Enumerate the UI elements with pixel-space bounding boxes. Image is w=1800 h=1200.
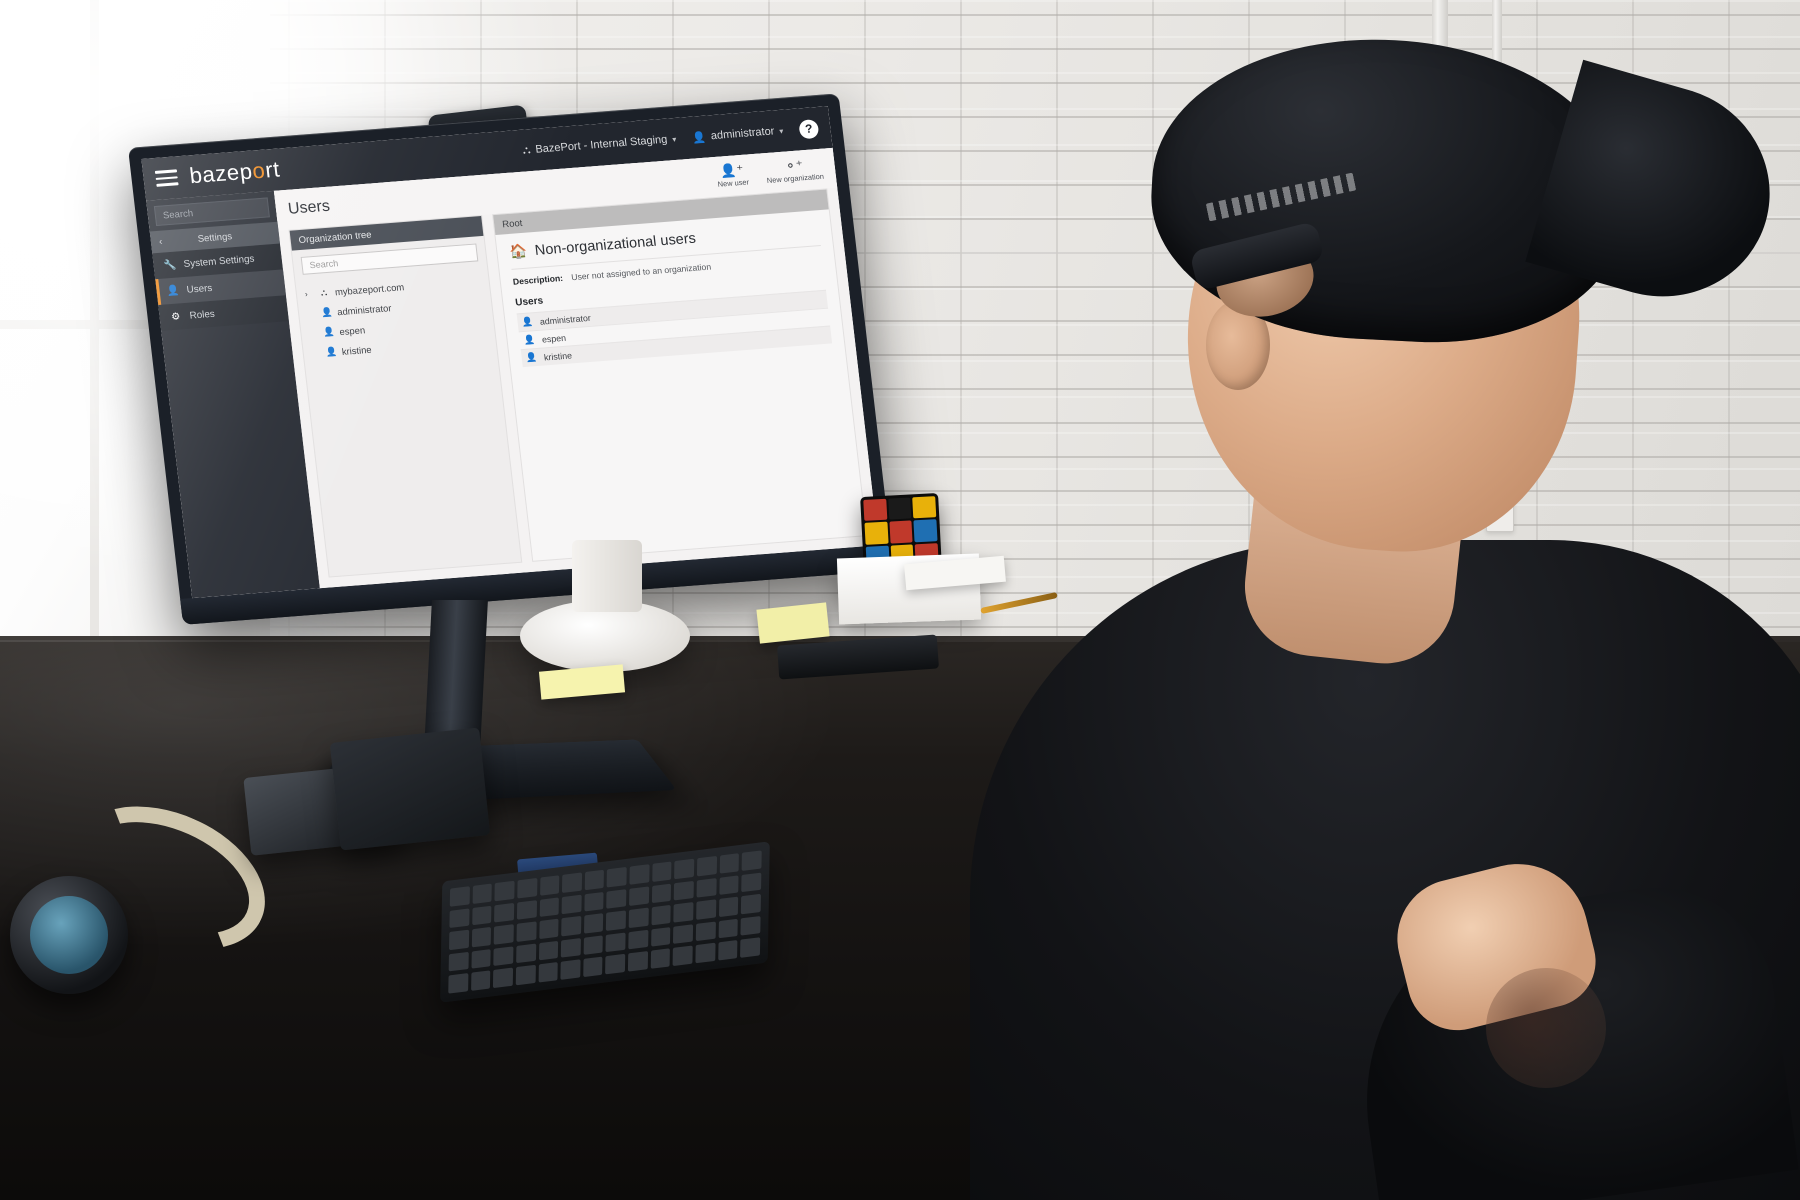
sticky-note xyxy=(756,602,830,644)
user-icon: 👤 xyxy=(691,131,707,145)
description-value: User not assigned to an organization xyxy=(570,261,712,283)
org-tree-icon-node: ⛬ xyxy=(320,286,328,297)
chevron-left-icon[interactable]: ‹ xyxy=(158,236,163,247)
page-title: Users xyxy=(287,197,331,218)
chevron-down-icon: ▾ xyxy=(671,134,677,144)
organization-tree-header-label: Organization tree xyxy=(298,229,373,246)
new-organization-button[interactable]: ⚬⁺ New organization xyxy=(765,157,825,185)
description-label: Description: xyxy=(512,272,564,287)
sidebar-section-label: Settings xyxy=(197,230,233,245)
user-menu[interactable]: 👤 administrator ▾ xyxy=(692,124,785,144)
headphone-pad xyxy=(30,896,108,974)
headphones xyxy=(10,778,288,1000)
tree-node-label-3: kristine xyxy=(341,343,373,357)
org-selector[interactable]: ⛬ BazePort - Internal Staging ▾ xyxy=(522,132,677,157)
wrench-icon: 🔧 xyxy=(163,259,177,271)
organization-tree-pane: Organization tree Search › ⛬ mybazeport.… xyxy=(288,214,523,578)
user-list-item-label-2: kristine xyxy=(543,349,573,362)
organization-tree: › ⛬ mybazeport.com 👤 administrator 👤 esp… xyxy=(296,268,497,364)
sidebar-search-input[interactable]: Search xyxy=(153,197,270,227)
user-plus-icon: 👤⁺ xyxy=(719,161,745,179)
sidebar-item-label-0: System Settings xyxy=(183,253,255,270)
user-icon-tree-2: 👤 xyxy=(325,345,338,357)
user-icon-tree-0: 👤 xyxy=(320,306,333,318)
sidebar-item-label-2: Roles xyxy=(189,308,216,322)
breadcrumb-label: Root xyxy=(501,217,523,230)
sidebar-search-placeholder: Search xyxy=(162,207,194,221)
user-icon-row-1: 👤 xyxy=(523,334,536,346)
org-selector-label: BazePort - Internal Staging xyxy=(534,133,668,156)
content-actions: 👤⁺ New user ⚬⁺ New organization xyxy=(716,157,825,189)
org-plus-icon: ⚬⁺ xyxy=(784,157,804,174)
user-list-item-label-1: espen xyxy=(541,332,567,345)
body: Search ‹ Settings 🔧 System Settings 👤 Us… xyxy=(146,147,879,599)
user-menu-label: administrator xyxy=(710,125,776,143)
panes: Organization tree Search › ⛬ mybazeport.… xyxy=(278,188,878,589)
gear-icon: ⚙ xyxy=(170,310,181,323)
tree-node-label-0: mybazeport.com xyxy=(334,280,405,297)
tree-node-label-1: administrator xyxy=(336,301,392,317)
help-icon: ? xyxy=(804,121,814,136)
new-user-label: New user xyxy=(717,177,750,189)
office-scene-photo: bazeport ⛬ BazePort - Internal Staging ▾… xyxy=(0,0,1800,1200)
monitor-screen: bazeport ⛬ BazePort - Internal Staging ▾… xyxy=(141,106,879,599)
tablet-device xyxy=(329,727,491,851)
monitor: bazeport ⛬ BazePort - Internal Staging ▾… xyxy=(128,93,894,625)
user-icon-row-2: 👤 xyxy=(525,352,538,363)
sidebar-item-label-1: Users xyxy=(186,282,213,296)
bazeport-admin-ui: bazeport ⛬ BazePort - Internal Staging ▾… xyxy=(141,106,879,599)
home-icon: 🏠 xyxy=(508,242,528,260)
app-logo-text: bazeport xyxy=(188,156,282,189)
help-button[interactable]: ? xyxy=(798,118,820,139)
tree-search-placeholder: Search xyxy=(309,258,339,271)
user-icon-tree-1: 👤 xyxy=(322,326,336,337)
tree-node-label-2: espen xyxy=(338,323,366,337)
app-logo: bazeport xyxy=(188,156,281,189)
person xyxy=(930,0,1800,1200)
desk-lamp-arm xyxy=(572,540,642,612)
chevron-right-icon[interactable]: › xyxy=(304,289,313,298)
content-area: Users 👤⁺ New user ⚬⁺ New organization Or… xyxy=(273,147,879,589)
chevron-down-icon-2: ▾ xyxy=(778,126,784,136)
hamburger-icon[interactable] xyxy=(154,169,179,187)
organization-detail-pane: Root 🏠 Non-organizational users Descript… xyxy=(492,188,868,562)
user-icon-sidebar: 👤 xyxy=(166,284,180,297)
user-icon-row-0: 👤 xyxy=(521,316,534,328)
organization-title-label: Non-organizational users xyxy=(533,230,697,259)
monitor-stand-neck xyxy=(424,600,488,750)
new-organization-label: New organization xyxy=(766,171,825,185)
user-list-item-label-0: administrator xyxy=(539,312,592,327)
org-tree-icon: ⛬ xyxy=(522,143,532,157)
new-user-button[interactable]: 👤⁺ New user xyxy=(716,161,750,189)
